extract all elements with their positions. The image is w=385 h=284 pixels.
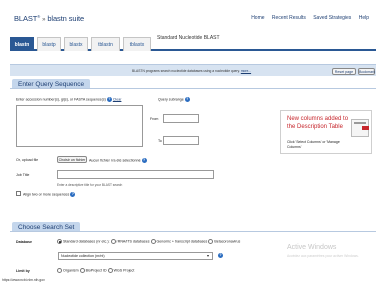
job-title-label: Job Title (16, 173, 30, 177)
database-select-value: Nucleotide collection (nr/nt) (61, 254, 105, 258)
query-sequence-textarea[interactable] (16, 105, 143, 147)
to-input[interactable] (163, 136, 199, 145)
from-label: From (150, 117, 159, 121)
promo-title: New columns added to the Description Tab… (287, 116, 349, 130)
help-icon[interactable]: ? (141, 158, 147, 163)
description-bar: BLASTN programs search nucleotide databa… (10, 64, 376, 76)
search-set-section-rule (10, 231, 376, 232)
standard-databases-label: Standard databases (nr etc.): (63, 239, 110, 244)
align-label-text: Align two or more sequences (23, 192, 70, 197)
wgs-project-label: WGS Project (113, 268, 135, 273)
no-file-label: Aucun fichier n'a été sélectionné (89, 158, 141, 163)
nav-recent-results-link[interactable]: Recent Results (272, 15, 306, 21)
bioproject-radio[interactable] (79, 268, 85, 273)
tab-tblastn[interactable]: tblastn (91, 37, 120, 51)
top-nav: Home Recent Results Saved Strategies Hel… (245, 15, 369, 21)
betacoronavirus-label: Betacoronavirus (214, 239, 241, 244)
accession-label-text: Enter accession number(s), gi(s), or FAS… (16, 97, 106, 102)
help-icon[interactable]: ? (184, 97, 190, 102)
limit-radio-group: Organism BioProject ID WGS Project (57, 268, 134, 273)
browser-status-bar: https://www.ncbi.nlm.nih.gov (0, 277, 385, 284)
program-description: BLASTN programs search nucleotide databa… (132, 69, 251, 73)
logo-registered-mark: ® (37, 14, 41, 19)
no-file-text: Aucun fichier n'a été sélectionné ? (89, 158, 147, 163)
align-two-sequences-checkbox[interactable] (16, 191, 21, 196)
bookmark-button[interactable]: Bookmark (358, 68, 375, 75)
help-icon[interactable]: ? (70, 192, 76, 197)
logo-text: BLAST (14, 14, 38, 23)
rrna-its-label: rRNA/ITS databases (116, 239, 150, 244)
standard-databases-radio[interactable] (57, 239, 62, 244)
subrange-label-text: Query subrange (158, 97, 184, 102)
suite-name: blastn suite (47, 14, 85, 23)
promo-text: Click 'Select Columns' or 'Manage Column… (287, 140, 340, 149)
tab-blastx[interactable]: blastx (64, 37, 88, 51)
nav-saved-strategies-link[interactable]: Saved Strategies (313, 15, 351, 21)
wgs-project-radio[interactable] (107, 268, 113, 273)
status-url: https://www.ncbi.nlm.nih.gov (2, 278, 45, 282)
watermark-title: Active Windows (287, 244, 337, 251)
watermark-subtitle: Accédez aux paramètres pour activer Wind… (287, 254, 359, 258)
betacoronavirus-radio[interactable] (208, 239, 214, 244)
promo-screenshot-icon (351, 119, 369, 137)
query-section-header[interactable]: Enter Query Sequence (12, 79, 91, 88)
job-title-input[interactable] (57, 170, 214, 179)
choose-file-button[interactable]: Choisir un fichier (57, 156, 87, 163)
accession-label: Enter accession number(s), gi(s), or FAS… (16, 97, 121, 102)
blast-logo[interactable]: BLAST® » blastn suite (14, 14, 84, 23)
organism-radio[interactable] (57, 268, 62, 273)
nav-help-link[interactable]: Help (359, 15, 369, 21)
genomic-transcript-label: Genomic + transcript databases (156, 239, 208, 244)
page-title: Standard Nucleotide BLAST (157, 35, 220, 41)
nav-home-link[interactable]: Home (251, 15, 264, 21)
to-label: To (158, 139, 162, 143)
help-icon[interactable]: ? (106, 97, 112, 102)
more-link[interactable]: more... (241, 69, 251, 73)
new-columns-promo[interactable]: New columns added to the Description Tab… (280, 110, 372, 154)
subrange-label: Query subrange ? (158, 97, 190, 102)
job-title-hint: Enter a descriptive title for your BLAST… (57, 183, 123, 187)
windows-activation-watermark: Active Windows Accédez aux paramètres po… (287, 244, 359, 258)
tab-blastp[interactable]: blastp (37, 37, 61, 51)
top-header: BLAST® » blastn suite Home Recent Result… (0, 0, 385, 30)
align-label: Align two or more sequences ? (23, 192, 76, 197)
genomic-transcript-radio[interactable] (150, 239, 156, 244)
chevron-down-icon: ▾ (206, 253, 209, 258)
search-set-section-header[interactable]: Choose Search Set (12, 222, 81, 231)
database-label: Database (16, 240, 32, 244)
rrna-its-radio[interactable] (110, 239, 116, 244)
description-text: BLASTN programs search nucleotide databa… (132, 69, 240, 73)
query-section-rule (10, 88, 376, 89)
from-input[interactable] (163, 114, 199, 123)
help-icon[interactable]: ? (218, 253, 223, 258)
upload-label: Or, upload file (16, 158, 39, 162)
limit-by-label: Limit by (16, 269, 30, 273)
database-radio-group: Standard databases (nr etc.): rRNA/ITS d… (57, 239, 240, 244)
organism-label: Organism (63, 268, 79, 273)
tab-tblastx[interactable]: tblastx (123, 37, 151, 51)
database-select[interactable]: Nucleotide collection (nr/nt) ▾ (58, 252, 213, 260)
reset-page-button[interactable]: Reset page (332, 68, 356, 75)
tab-blastn[interactable]: blastn (10, 37, 34, 51)
breadcrumb-arrow: » (42, 17, 46, 23)
bioproject-label: BioProject ID (85, 268, 107, 273)
clear-link[interactable]: Clear (113, 97, 122, 101)
